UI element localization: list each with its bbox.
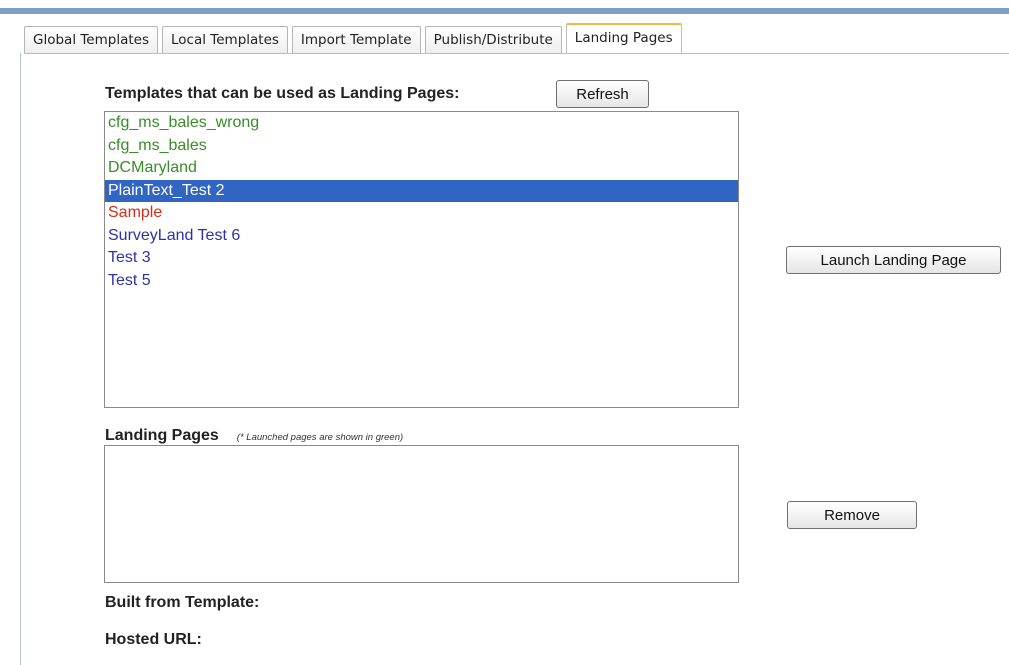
launch-landing-page-button[interactable]: Launch Landing Page bbox=[786, 246, 1001, 274]
template-list-item[interactable]: PlainText_Test 2 bbox=[105, 179, 738, 202]
refresh-button[interactable]: Refresh bbox=[556, 80, 649, 108]
hosted-url-label: Hosted URL: bbox=[105, 631, 202, 648]
top-accent-bar bbox=[0, 8, 1009, 14]
templates-listbox[interactable]: cfg_ms_bales_wrong cfg_ms_bales DCMaryland… bbox=[104, 111, 739, 408]
remove-button[interactable]: Remove bbox=[787, 501, 917, 529]
tab-publish-distribute[interactable]: Publish/Distribute bbox=[424, 26, 562, 53]
template-list-item[interactable]: Test 3 bbox=[105, 247, 738, 270]
template-list-item[interactable]: SurveyLand Test 6 bbox=[105, 225, 738, 248]
tab-local-templates[interactable]: Local Templates bbox=[162, 26, 288, 53]
landing-pages-heading: Landing Pages (* Launched pages are shown… bbox=[105, 427, 403, 445]
launched-pages-hint: (* Launched pages are shown in green) bbox=[236, 432, 404, 443]
template-list-item[interactable]: DCMaryland bbox=[105, 157, 738, 180]
tab-baseline bbox=[24, 53, 1009, 54]
template-list-item[interactable]: Sample bbox=[105, 202, 738, 225]
landing-pages-heading-text: Landing Pages bbox=[105, 427, 219, 444]
template-list-item[interactable]: cfg_ms_bales_wrong bbox=[105, 112, 738, 135]
tab-global-templates[interactable]: Global Templates bbox=[24, 26, 158, 53]
tab-import-template[interactable]: Import Template bbox=[291, 26, 421, 53]
template-list-item[interactable]: Test 5 bbox=[105, 270, 738, 293]
panel-left-border bbox=[20, 53, 21, 665]
templates-heading: Templates that can be used as Landing Pa… bbox=[105, 85, 460, 102]
template-list-item[interactable]: cfg_ms_bales bbox=[105, 135, 738, 158]
tab-landing-pages[interactable]: Landing Pages bbox=[565, 23, 682, 53]
built-from-template-label: Built from Template: bbox=[105, 594, 260, 611]
landing-pages-listbox[interactable] bbox=[104, 445, 739, 583]
tab-strip: Global Templates Local Templates Import … bbox=[24, 23, 686, 53]
